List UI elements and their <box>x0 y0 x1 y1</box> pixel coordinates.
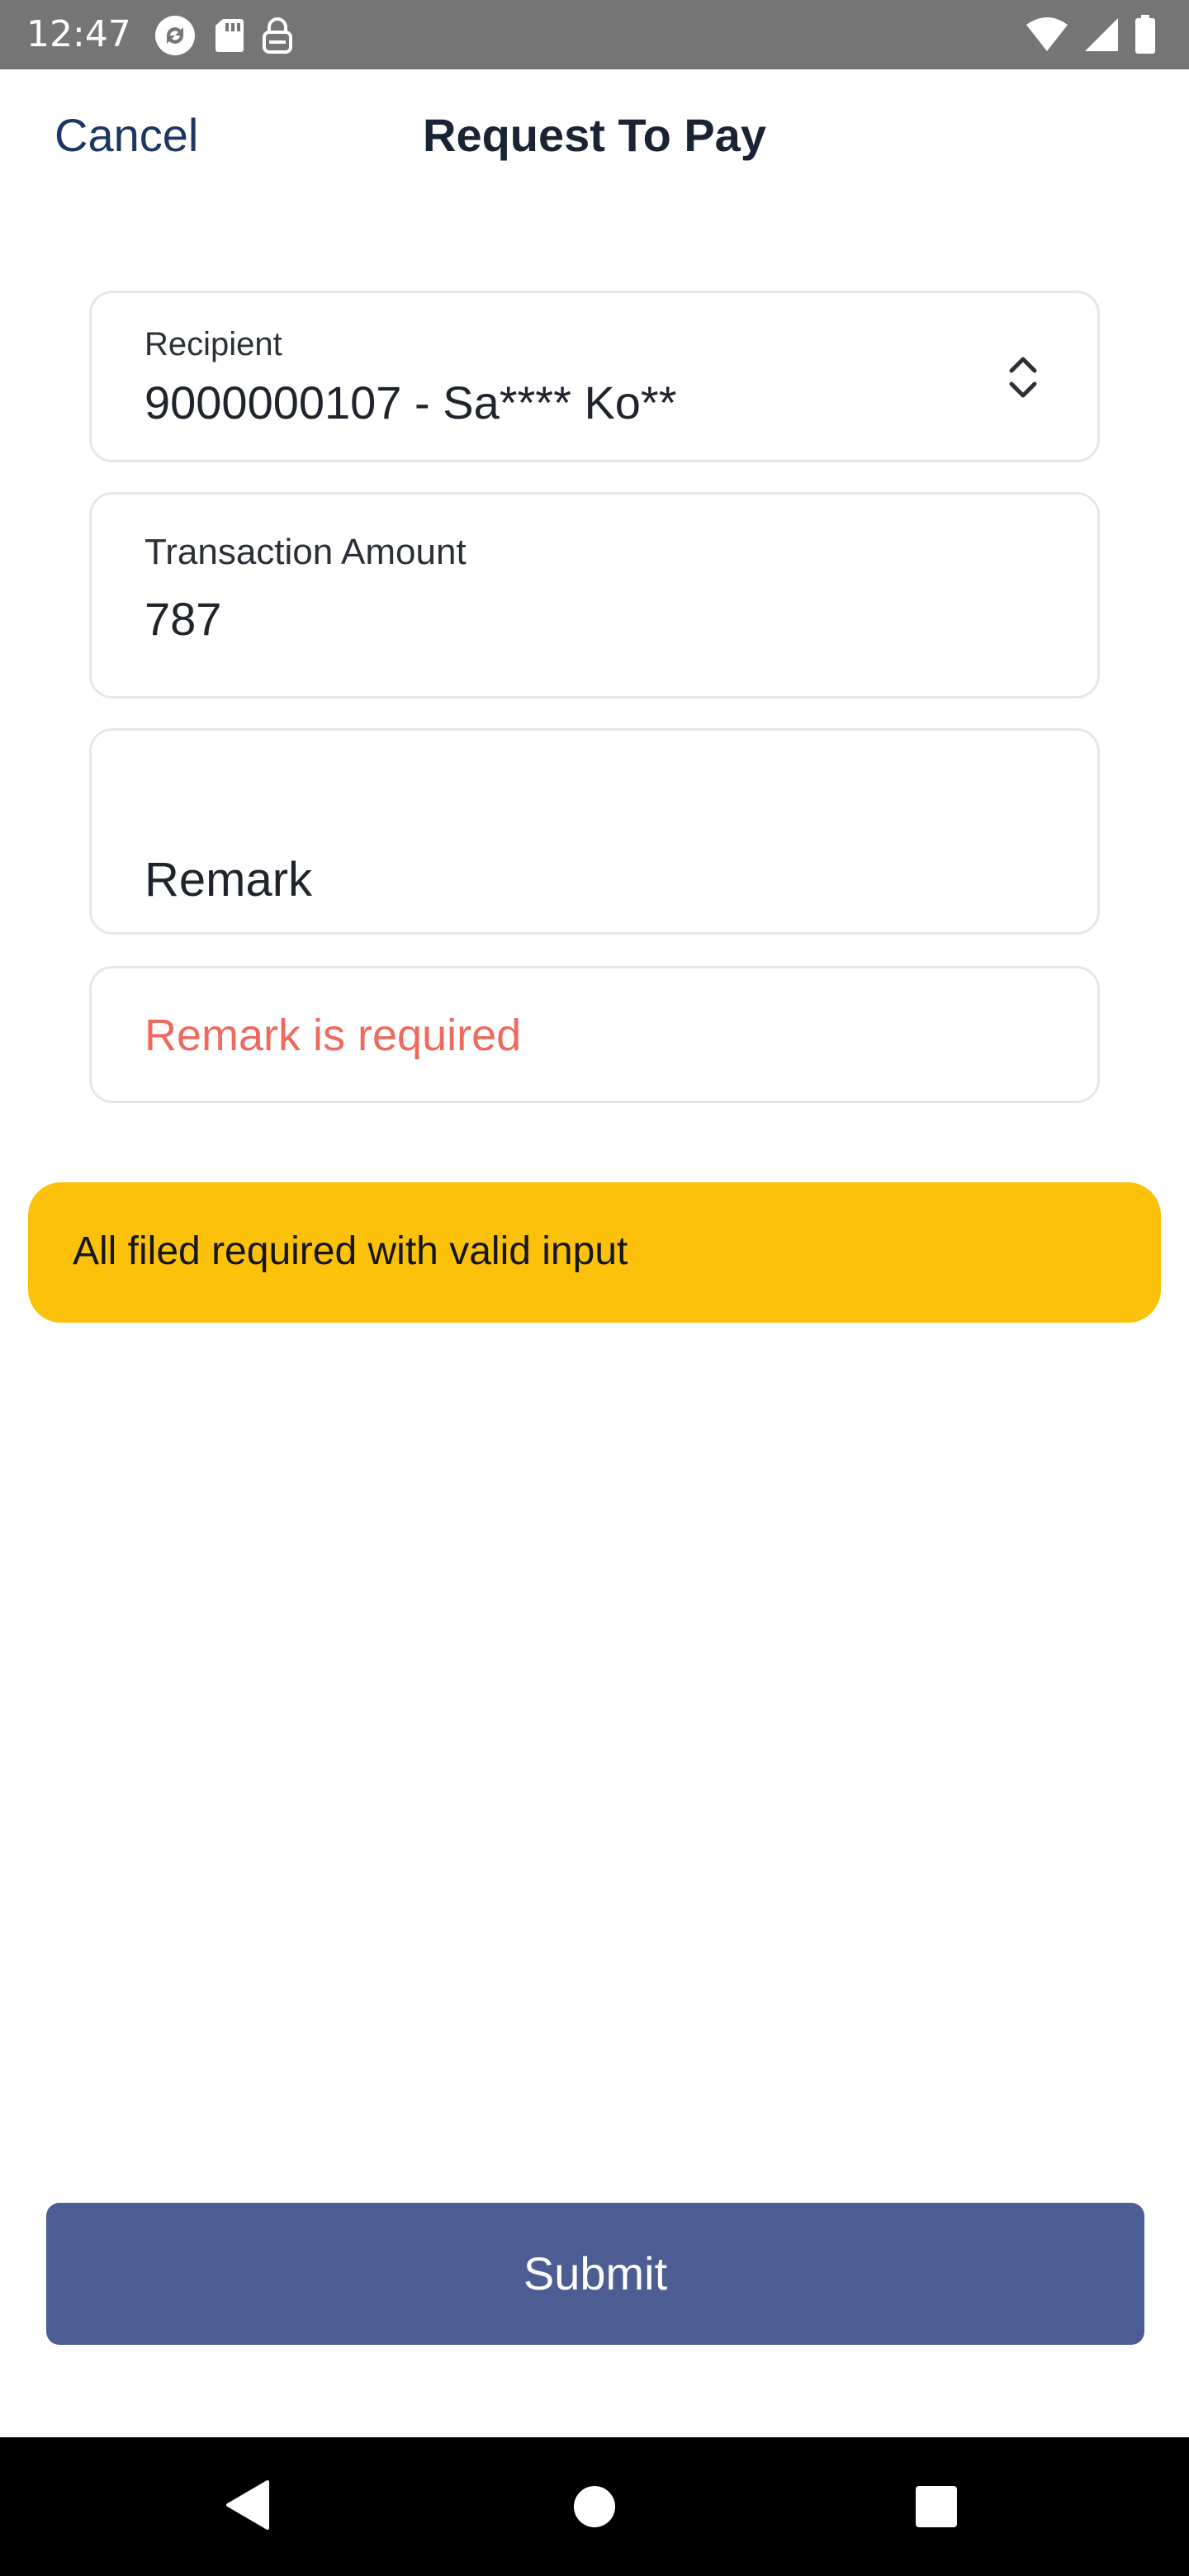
remark-label: Remark <box>144 853 313 907</box>
page-title: Request To Pay <box>423 109 766 161</box>
toast-message: All filed required with valid input <box>73 1229 628 1273</box>
wifi-icon <box>1026 17 1068 53</box>
header: Cancel Request To Pay <box>0 69 1189 193</box>
unfold-chevrons-icon <box>1005 353 1041 402</box>
recipient-value: 9000000107 - Sa**** Ko** <box>144 376 677 429</box>
system-nav-bar <box>0 2437 1189 2576</box>
sd-card-icon <box>215 17 244 54</box>
back-icon[interactable] <box>225 2479 271 2531</box>
vpn-key-icon <box>261 17 294 54</box>
remark-field[interactable]: Remark <box>89 728 1100 935</box>
cellular-signal-icon <box>1083 17 1120 53</box>
validation-toast: All filed required with valid input <box>28 1182 1161 1323</box>
transaction-amount-value: 787 <box>144 593 222 645</box>
status-left-icons <box>152 15 294 56</box>
status-bar: 12:47 <box>0 0 1189 69</box>
submit-button[interactable]: Submit <box>46 2203 1144 2345</box>
recipient-label: Recipient <box>144 326 282 362</box>
transaction-amount-field[interactable]: Transaction Amount 787 <box>89 492 1100 698</box>
home-icon[interactable] <box>573 2485 616 2528</box>
transaction-amount-label: Transaction Amount <box>144 532 467 572</box>
recipient-select[interactable]: Recipient 9000000107 - Sa**** Ko** <box>89 291 1100 462</box>
remark-error-box: Remark is required <box>89 966 1100 1103</box>
sync-icon <box>152 15 198 56</box>
status-time: 12:47 <box>26 13 131 55</box>
remark-error-message: Remark is required <box>144 1011 522 1060</box>
recents-icon[interactable] <box>915 2485 958 2528</box>
status-right-icons <box>1026 15 1156 54</box>
battery-icon <box>1135 15 1156 54</box>
